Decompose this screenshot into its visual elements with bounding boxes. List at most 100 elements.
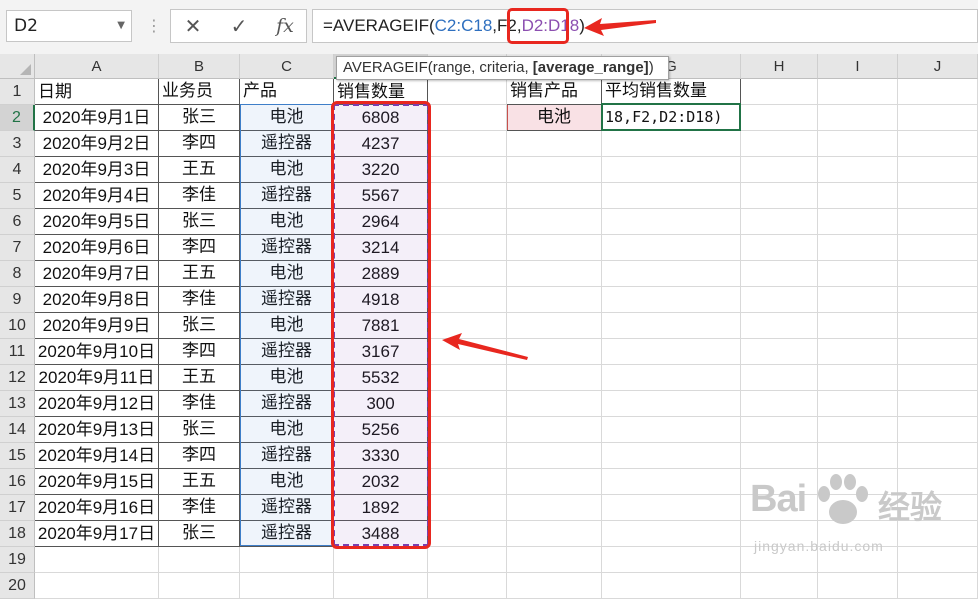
cell-g16[interactable]: [602, 469, 741, 495]
cell-g4[interactable]: [602, 157, 741, 183]
cell-j12[interactable]: [898, 365, 978, 391]
cell-j11[interactable]: [898, 339, 978, 365]
cell-g11[interactable]: [602, 339, 741, 365]
cell-j7[interactable]: [898, 235, 978, 261]
row-header-12[interactable]: 12: [0, 365, 35, 391]
cell-f15[interactable]: [507, 443, 602, 469]
cell-e14[interactable]: [428, 417, 507, 443]
cell-h4[interactable]: [741, 157, 818, 183]
cell-a12[interactable]: 2020年9月11日: [35, 365, 159, 391]
cell-g14[interactable]: [602, 417, 741, 443]
cell-a18[interactable]: 2020年9月17日: [35, 521, 159, 547]
cell-a15[interactable]: 2020年9月14日: [35, 443, 159, 469]
column-header-b[interactable]: B: [159, 54, 240, 79]
cell-d19[interactable]: [334, 547, 428, 573]
cell-e8[interactable]: [428, 261, 507, 287]
cell-b19[interactable]: [159, 547, 240, 573]
cell-j9[interactable]: [898, 287, 978, 313]
cell-h8[interactable]: [741, 261, 818, 287]
cell-j5[interactable]: [898, 183, 978, 209]
cell-e7[interactable]: [428, 235, 507, 261]
cell-c1[interactable]: 产品: [240, 79, 334, 105]
cell-e9[interactable]: [428, 287, 507, 313]
drag-handle-icon[interactable]: ⋮: [146, 12, 162, 40]
cell-h15[interactable]: [741, 443, 818, 469]
cell-g15[interactable]: [602, 443, 741, 469]
cell-i1[interactable]: [818, 79, 898, 105]
cell-g12[interactable]: [602, 365, 741, 391]
cell-g17[interactable]: [602, 495, 741, 521]
row-header-18[interactable]: 18: [0, 521, 35, 547]
cell-f4[interactable]: [507, 157, 602, 183]
cell-e12[interactable]: [428, 365, 507, 391]
cell-g6[interactable]: [602, 209, 741, 235]
cell-e15[interactable]: [428, 443, 507, 469]
cell-i2[interactable]: [818, 105, 898, 131]
cell-i6[interactable]: [818, 209, 898, 235]
cell-a16[interactable]: 2020年9月15日: [35, 469, 159, 495]
cell-h1[interactable]: [741, 79, 818, 105]
cell-b2[interactable]: 张三: [159, 105, 240, 131]
cell-j6[interactable]: [898, 209, 978, 235]
cell-i8[interactable]: [818, 261, 898, 287]
cell-h20[interactable]: [741, 573, 818, 599]
cell-b18[interactable]: 张三: [159, 521, 240, 547]
cell-j8[interactable]: [898, 261, 978, 287]
row-header-10[interactable]: 10: [0, 313, 35, 339]
cell-g19[interactable]: [602, 547, 741, 573]
cell-j10[interactable]: [898, 313, 978, 339]
cell-b4[interactable]: 王五: [159, 157, 240, 183]
cell-e19[interactable]: [428, 547, 507, 573]
row-header-20[interactable]: 20: [0, 573, 35, 599]
cell-j14[interactable]: [898, 417, 978, 443]
cell-a20[interactable]: [35, 573, 159, 599]
cell-j2[interactable]: [898, 105, 978, 131]
cell-i9[interactable]: [818, 287, 898, 313]
cell-b15[interactable]: 李四: [159, 443, 240, 469]
cell-a13[interactable]: 2020年9月12日: [35, 391, 159, 417]
cell-e17[interactable]: [428, 495, 507, 521]
cell-a14[interactable]: 2020年9月13日: [35, 417, 159, 443]
cell-h3[interactable]: [741, 131, 818, 157]
cell-f8[interactable]: [507, 261, 602, 287]
cell-b13[interactable]: 李佳: [159, 391, 240, 417]
row-header-2[interactable]: 2: [0, 105, 35, 131]
cell-a3[interactable]: 2020年9月2日: [35, 131, 159, 157]
cell-f2[interactable]: 电池: [507, 105, 602, 131]
cell-h14[interactable]: [741, 417, 818, 443]
cell-e6[interactable]: [428, 209, 507, 235]
cell-j1[interactable]: [898, 79, 978, 105]
cell-i7[interactable]: [818, 235, 898, 261]
cell-e1[interactable]: [428, 79, 507, 105]
cell-d20[interactable]: [334, 573, 428, 599]
cell-a17[interactable]: 2020年9月16日: [35, 495, 159, 521]
cell-a8[interactable]: 2020年9月7日: [35, 261, 159, 287]
cell-e20[interactable]: [428, 573, 507, 599]
name-box[interactable]: D2 ▼: [6, 10, 132, 42]
cell-f9[interactable]: [507, 287, 602, 313]
column-header-h[interactable]: H: [741, 54, 818, 79]
cell-g9[interactable]: [602, 287, 741, 313]
column-header-c[interactable]: C: [240, 54, 334, 79]
cell-i5[interactable]: [818, 183, 898, 209]
row-header-13[interactable]: 13: [0, 391, 35, 417]
cell-g7[interactable]: [602, 235, 741, 261]
cell-j20[interactable]: [898, 573, 978, 599]
cell-j3[interactable]: [898, 131, 978, 157]
row-header-1[interactable]: 1: [0, 79, 35, 105]
cell-f13[interactable]: [507, 391, 602, 417]
cell-g5[interactable]: [602, 183, 741, 209]
cell-h2[interactable]: [741, 105, 818, 131]
select-all-corner[interactable]: [0, 54, 35, 79]
cell-b20[interactable]: [159, 573, 240, 599]
cell-i13[interactable]: [818, 391, 898, 417]
cell-b12[interactable]: 王五: [159, 365, 240, 391]
row-header-6[interactable]: 6: [0, 209, 35, 235]
cell-i4[interactable]: [818, 157, 898, 183]
cell-i3[interactable]: [818, 131, 898, 157]
row-header-7[interactable]: 7: [0, 235, 35, 261]
cell-j13[interactable]: [898, 391, 978, 417]
cell-b17[interactable]: 李佳: [159, 495, 240, 521]
row-header-17[interactable]: 17: [0, 495, 35, 521]
cell-a1[interactable]: 日期: [35, 79, 159, 105]
